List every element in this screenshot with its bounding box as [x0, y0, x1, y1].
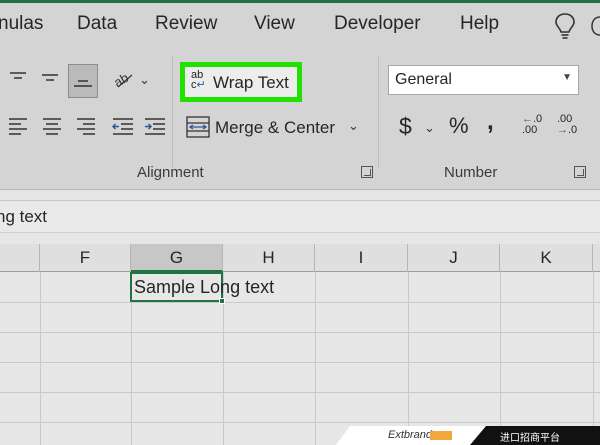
- formula-bar-gap: [0, 232, 600, 244]
- grid-line: [0, 392, 600, 393]
- column-header-i[interactable]: I: [315, 244, 408, 272]
- wrap-text-icon: ab c↵: [191, 69, 206, 91]
- worksheet-grid[interactable]: Sample Long text: [0, 272, 600, 445]
- align-right-icon[interactable]: [76, 116, 96, 136]
- watermark-brand: Extbrand: [388, 429, 433, 441]
- wrap-text-label: Wrap Text: [213, 73, 289, 92]
- decrease-indent-icon[interactable]: [112, 116, 134, 136]
- align-center-icon[interactable]: [42, 116, 62, 136]
- formula-bar[interactable]: ng text: [0, 200, 600, 232]
- watermark-text: 进口招商平台: [500, 433, 560, 444]
- tab-data[interactable]: Data: [77, 13, 117, 35]
- middle-align-icon[interactable]: [40, 70, 60, 86]
- increase-indent-icon[interactable]: [144, 116, 166, 136]
- number-format-dropdown[interactable]: General ▼: [388, 65, 579, 95]
- number-group-label: Number: [444, 164, 498, 181]
- dropdown-arrow-icon: ▼: [562, 72, 572, 83]
- number-dialog-launcher-icon[interactable]: [574, 166, 586, 178]
- tab-review[interactable]: Review: [155, 13, 217, 35]
- ribbon-separator: [172, 56, 173, 168]
- tab-view[interactable]: View: [254, 13, 295, 35]
- increase-decimal-icon[interactable]: ←.0.00: [522, 114, 542, 136]
- column-header-j[interactable]: J: [408, 244, 500, 272]
- tell-me-icon[interactable]: [590, 13, 600, 39]
- grid-line: [408, 272, 409, 445]
- column-header-row: F G H I J K: [0, 244, 600, 272]
- column-header-e[interactable]: [0, 244, 40, 272]
- orientation-icon[interactable]: ab: [112, 68, 136, 90]
- grid-line: [0, 302, 600, 303]
- number-format-value: General: [395, 71, 452, 88]
- top-align-icon[interactable]: [8, 70, 28, 86]
- formula-bar-text[interactable]: ng text: [0, 207, 47, 227]
- alignment-group-label: Alignment: [137, 164, 204, 181]
- ribbon-tab-bar: nulas Data Review View Developer Help: [0, 0, 600, 50]
- grid-line: [0, 422, 600, 423]
- column-header-h[interactable]: H: [223, 244, 315, 272]
- watermark-logo-tag: [430, 431, 452, 440]
- cell-text[interactable]: Sample Long text: [134, 277, 274, 298]
- column-header-f[interactable]: F: [40, 244, 131, 272]
- bottom-align-icon: [74, 80, 92, 87]
- fill-handle[interactable]: [219, 298, 225, 304]
- grid-line: [0, 362, 600, 363]
- currency-chevron-icon[interactable]: ⌄: [424, 120, 435, 136]
- tab-help[interactable]: Help: [460, 13, 499, 35]
- grid-line: [40, 272, 41, 445]
- grid-line: [0, 332, 600, 333]
- align-left-icon[interactable]: [8, 116, 28, 136]
- tab-formulas[interactable]: nulas: [0, 13, 43, 35]
- column-header-g[interactable]: G: [131, 244, 223, 272]
- merge-center-chevron-icon[interactable]: ⌄: [348, 118, 359, 134]
- tab-developer[interactable]: Developer: [334, 13, 421, 35]
- comma-style-button[interactable]: ,: [487, 108, 494, 136]
- currency-button[interactable]: $: [399, 113, 412, 140]
- bottom-align-button[interactable]: [68, 64, 98, 98]
- svg-text:ab: ab: [112, 70, 131, 90]
- ribbon-gap: [0, 190, 600, 200]
- ribbon-separator: [378, 56, 379, 168]
- alignment-dialog-launcher-icon[interactable]: [361, 166, 373, 178]
- wrap-text-button[interactable]: ab c↵ Wrap Text: [180, 62, 302, 102]
- grid-line: [593, 272, 594, 445]
- orientation-chevron-icon[interactable]: ⌄: [139, 72, 150, 88]
- ribbon: ab ⌄ ab c↵ Wrap Text Merge & Center ⌄ Al…: [0, 50, 600, 190]
- grid-line: [315, 272, 316, 445]
- merge-center-icon[interactable]: [186, 116, 210, 138]
- lightbulb-icon[interactable]: [553, 12, 577, 42]
- merge-center-label[interactable]: Merge & Center: [215, 118, 335, 138]
- decrease-decimal-icon[interactable]: .00 →.0: [557, 114, 577, 136]
- column-header-k[interactable]: K: [500, 244, 593, 272]
- percent-button[interactable]: %: [449, 113, 469, 139]
- grid-line: [500, 272, 501, 445]
